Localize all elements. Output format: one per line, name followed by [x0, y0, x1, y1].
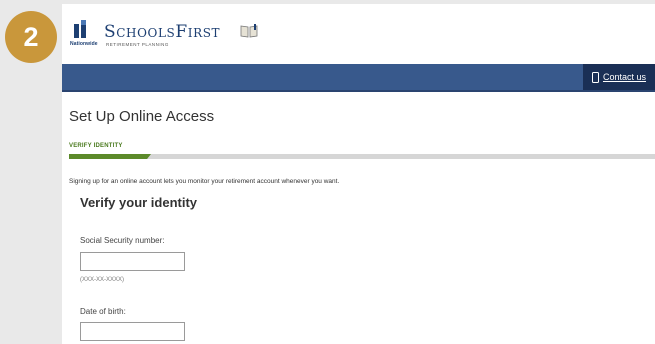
phone-icon: [591, 71, 599, 83]
step-label: VERIFY IDENTITY: [69, 143, 123, 149]
ssn-format-hint: (XXX-XX-XXXX): [80, 277, 125, 283]
partner-name: Nationwide: [70, 41, 98, 47]
brand-tagline: RETIREMENT PLANNING: [106, 42, 169, 47]
contact-us-label: Contact us: [602, 72, 647, 82]
progress-fill: [69, 154, 151, 159]
step-badge: 2: [5, 11, 57, 63]
dob-label: Date of birth:: [80, 307, 126, 316]
nav-bar: Contact us: [62, 64, 655, 92]
page-title: Set Up Online Access: [69, 108, 215, 125]
contact-us-button[interactable]: Contact us: [583, 64, 655, 90]
progress-bar: [69, 154, 655, 159]
ssn-input[interactable]: [80, 252, 185, 271]
brand-logo[interactable]: Nationwide SchoolsFirst RETIREMENT PLANN…: [70, 18, 330, 58]
brand-name: SchoolsFirst: [104, 22, 221, 42]
ssn-label: Social Security number:: [80, 236, 165, 245]
intro-text: Signing up for an online account lets yo…: [69, 178, 340, 185]
page: Nationwide SchoolsFirst RETIREMENT PLANN…: [62, 4, 655, 344]
form-heading: Verify your identity: [80, 195, 198, 210]
book-icon: [240, 24, 258, 38]
dob-input[interactable]: [80, 322, 185, 341]
